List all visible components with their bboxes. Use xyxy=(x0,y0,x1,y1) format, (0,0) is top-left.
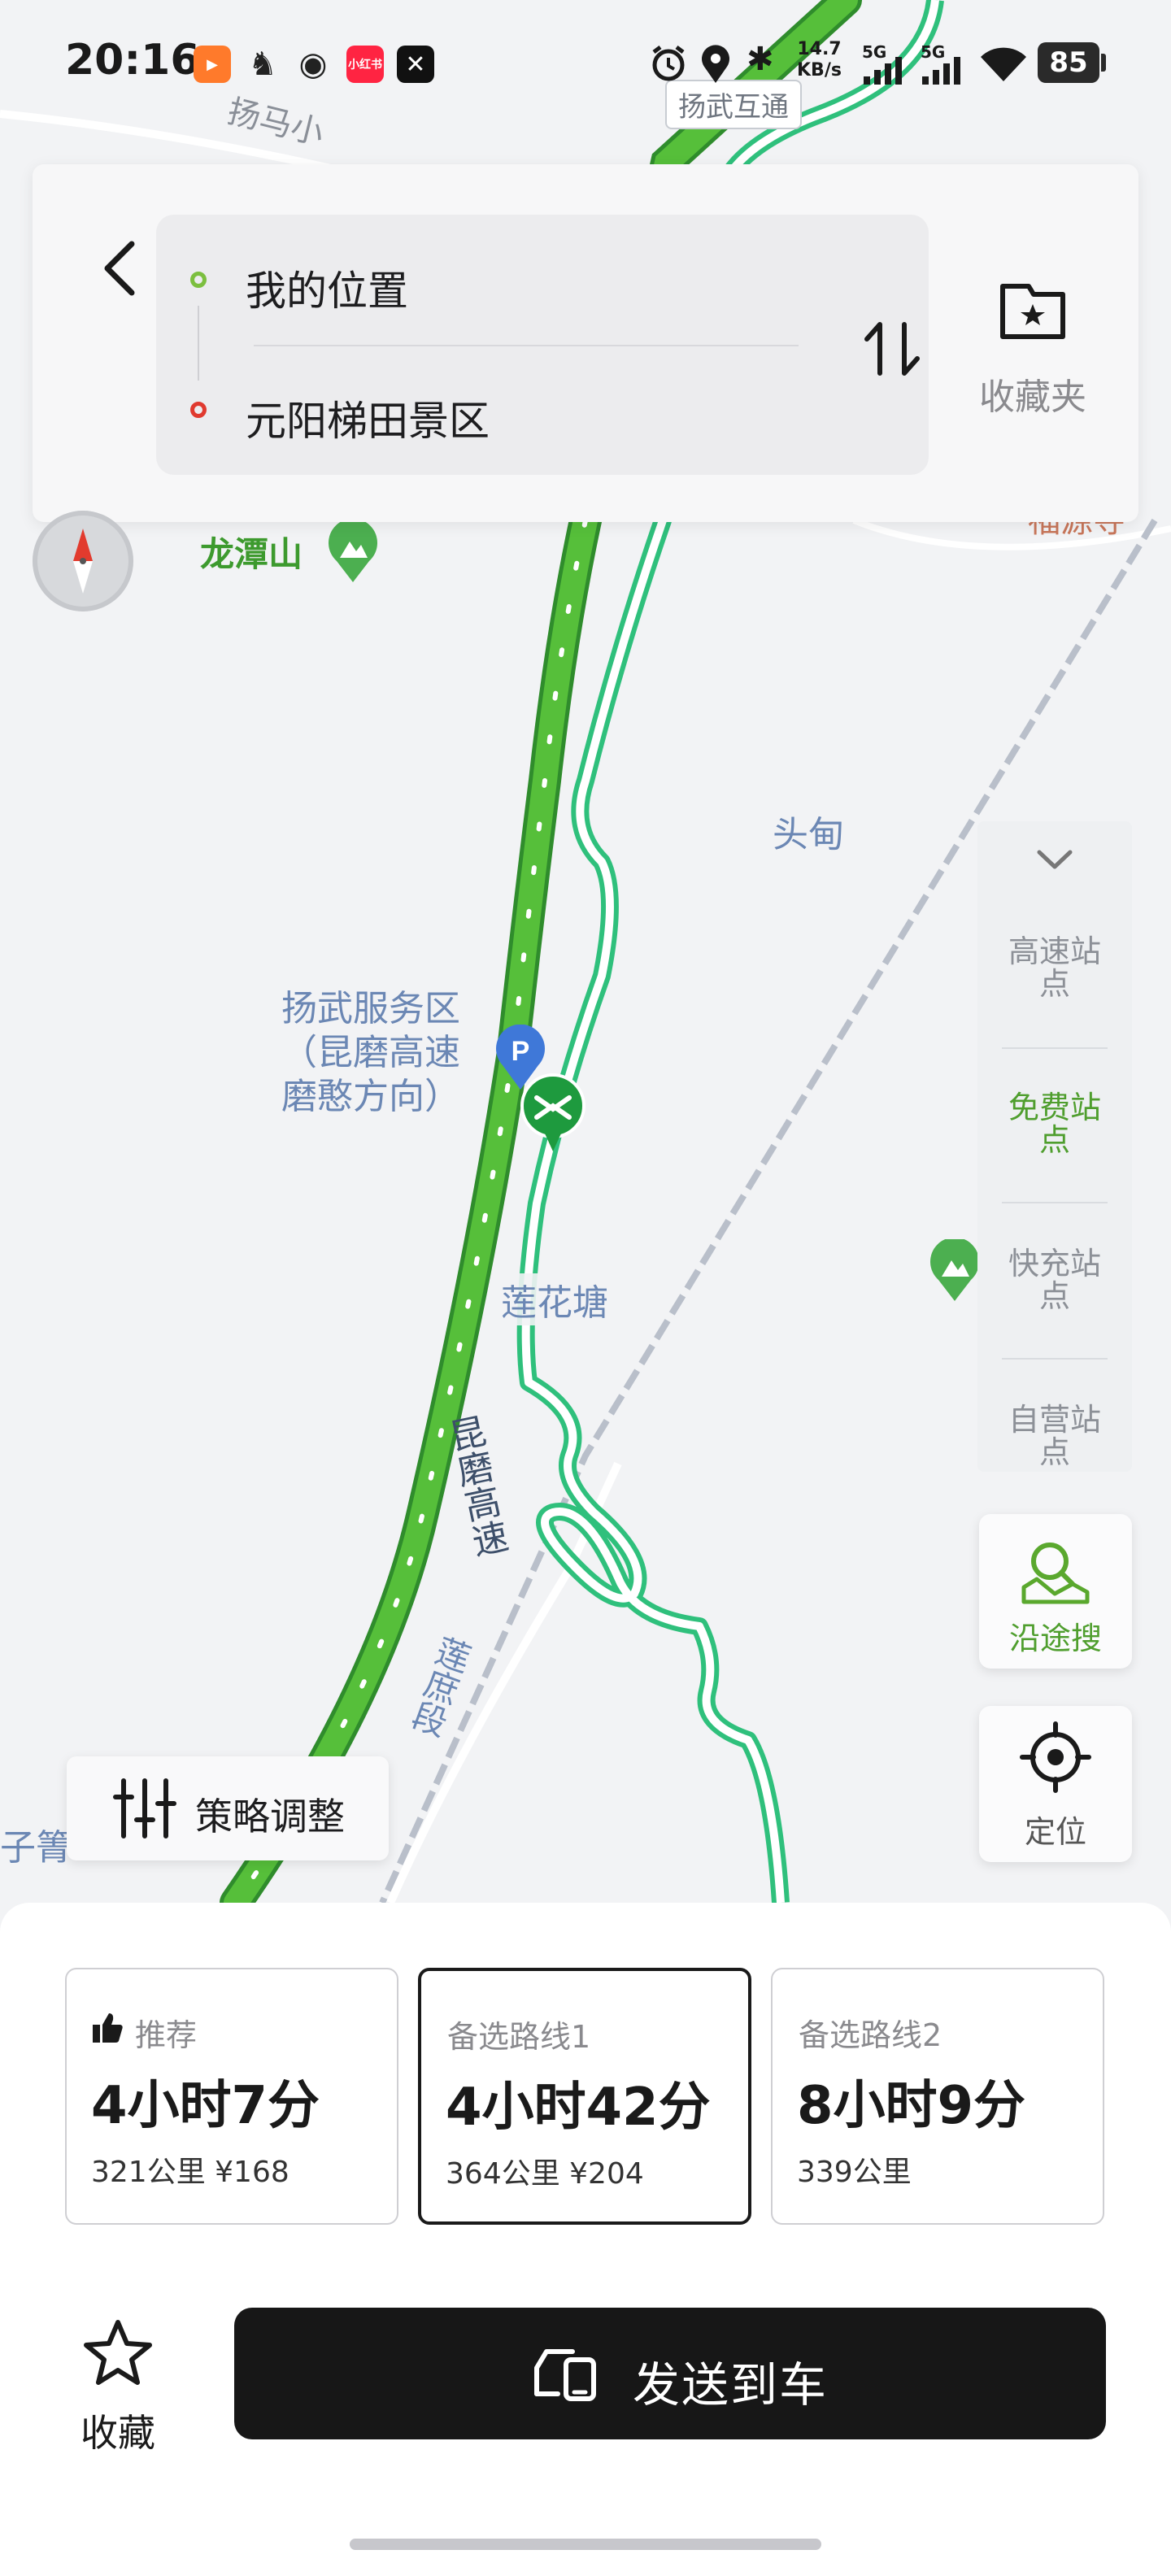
folder-star-icon xyxy=(1000,284,1065,339)
status-bar: 20:16 ▶ ♞ ◉ 小红书 ✕ ✱ 14.7 KB/s 5G 5G 85 xyxy=(0,0,1171,130)
compass-icon xyxy=(73,529,93,594)
network-speed-unit: KB/s xyxy=(797,60,842,80)
send-to-car-icon xyxy=(534,2349,596,2401)
collapse-panel-button[interactable] xyxy=(1034,839,1075,880)
service-area-line1: 扬武服务区 xyxy=(281,988,460,1029)
signal-icon-2 xyxy=(921,57,963,88)
route-option-meta: 339公里 xyxy=(797,2156,912,2189)
filter-fast-charge-stations[interactable]: 快充站点 xyxy=(1002,1247,1108,1312)
charging-station-icon[interactable] xyxy=(520,1073,586,1151)
wifi-icon xyxy=(979,46,1028,86)
alarm-icon xyxy=(649,44,688,86)
route-divider xyxy=(254,345,799,346)
origin-field[interactable]: 我的位置 xyxy=(156,239,807,329)
strategy-adjust-label: 策略调整 xyxy=(195,1795,345,1838)
chevron-down-icon xyxy=(1037,850,1073,869)
status-time: 20:16 xyxy=(65,36,200,85)
route-option-alt-2[interactable]: 备选路线2 8小时9分 339公里 xyxy=(771,1968,1104,2225)
sliders-icon xyxy=(113,1778,176,1838)
bluetooth-icon: ✱ xyxy=(747,41,774,78)
battery-indicator: 85 xyxy=(1038,42,1099,83)
star-icon xyxy=(84,2320,152,2385)
thumbs-up-icon xyxy=(93,2013,123,2043)
destination-text: 元阳梯田景区 xyxy=(246,398,490,445)
route-option-time: 4小时42分 xyxy=(446,2078,711,2138)
network-speed: 14.7 KB/s xyxy=(797,39,842,81)
route-fields: 我的位置 元阳梯田景区 xyxy=(156,215,929,475)
service-area-line3: 磨憨方向） xyxy=(281,1076,460,1117)
search-along-route-button[interactable]: 沿途搜 xyxy=(979,1514,1132,1669)
filter-free-stations[interactable]: 免费站点 xyxy=(1002,1091,1108,1156)
xiaohongshu-icon: 小红书 xyxy=(346,46,384,83)
filter-highway-stations[interactable]: 高速站点 xyxy=(1002,935,1108,1000)
favorite-label: 收藏 xyxy=(81,2411,155,2455)
back-arrow-icon xyxy=(104,241,135,296)
home-indicator[interactable] xyxy=(350,2539,821,2550)
route-option-meta: 321公里 ¥168 xyxy=(91,2156,289,2189)
location-icon xyxy=(699,44,732,88)
compass-button[interactable] xyxy=(33,511,133,611)
send-to-car-label: 发送到车 xyxy=(633,2357,829,2413)
route-options-sheet: 推荐 4小时7分 321公里 ¥168 备选路线1 4小时42分 364公里 ¥… xyxy=(0,1903,1171,2576)
destination-field[interactable]: 元阳梯田景区 xyxy=(156,369,807,459)
map-label-service-area[interactable]: 扬武服务区 （昆磨高速 磨憨方向） xyxy=(281,987,460,1119)
route-option-tag: 备选路线2 xyxy=(799,2017,942,2053)
battery-cap xyxy=(1101,54,1106,72)
network-speed-value: 14.7 xyxy=(797,39,842,59)
locate-label: 定位 xyxy=(1024,1814,1086,1850)
favorite-button[interactable]: 收藏 xyxy=(65,2309,171,2464)
route-option-time: 4小时7分 xyxy=(91,2076,320,2136)
favorites-folder-label: 收藏夹 xyxy=(979,376,1086,418)
favorites-folder-button[interactable]: 收藏夹 xyxy=(951,262,1114,424)
search-map-icon xyxy=(1021,1543,1090,1604)
route-option-tag: 推荐 xyxy=(135,2017,198,2053)
map-label-lotus-pond: 莲花塘 xyxy=(501,1273,608,1325)
send-to-car-button[interactable]: 发送到车 xyxy=(234,2308,1106,2439)
route-option-tag: 备选路线1 xyxy=(447,2019,591,2055)
service-area-line2: （昆磨高速 xyxy=(281,1032,460,1073)
filter-self-operated-stations[interactable]: 自营站点 xyxy=(1002,1403,1108,1469)
crosshair-icon xyxy=(1020,1721,1091,1793)
station-filter-panel: 高速站点 免费站点 快充站点 自营站点 xyxy=(977,821,1132,1472)
signal-icon-1 xyxy=(862,57,904,88)
game-icon: ♞ xyxy=(248,46,277,83)
filter-divider xyxy=(1002,1047,1108,1049)
swap-route-button[interactable] xyxy=(855,304,929,394)
scenic-spot-icon[interactable] xyxy=(327,518,379,582)
strategy-adjust-button[interactable]: 策略调整 xyxy=(67,1756,389,1860)
locate-button[interactable]: 定位 xyxy=(979,1706,1132,1862)
bilibili-icon: ▶ xyxy=(194,46,231,83)
origin-text: 我的位置 xyxy=(246,268,408,315)
origin-dot-icon xyxy=(190,272,207,288)
route-option-meta: 364公里 ¥204 xyxy=(446,2157,644,2191)
filter-divider xyxy=(1002,1202,1108,1203)
route-option-recommended[interactable]: 推荐 4小时7分 321公里 ¥168 xyxy=(65,1968,398,2225)
route-option-time: 8小时9分 xyxy=(797,2076,1026,2136)
route-option-alt-1[interactable]: 备选路线1 4小时42分 364公里 ¥204 xyxy=(418,1968,751,2225)
map-label-village: 头甸 xyxy=(773,814,844,855)
scenic-spot-icon-2[interactable] xyxy=(929,1237,981,1301)
back-button[interactable] xyxy=(81,221,163,311)
svg-text:P: P xyxy=(511,1036,530,1067)
swap-arrows-icon xyxy=(864,322,920,376)
filter-divider xyxy=(1002,1358,1108,1360)
route-input-card: 我的位置 元阳梯田景区 收藏夹 xyxy=(33,164,1138,522)
map-label-left-edge: 子箐 xyxy=(0,1827,72,1869)
weibo-icon: ◉ xyxy=(298,46,328,83)
capcut-icon: ✕ xyxy=(397,46,434,83)
map-label-mountain[interactable]: 龙潭山 xyxy=(200,527,303,577)
destination-dot-icon xyxy=(190,402,207,418)
search-along-route-label: 沿途搜 xyxy=(1008,1621,1102,1656)
